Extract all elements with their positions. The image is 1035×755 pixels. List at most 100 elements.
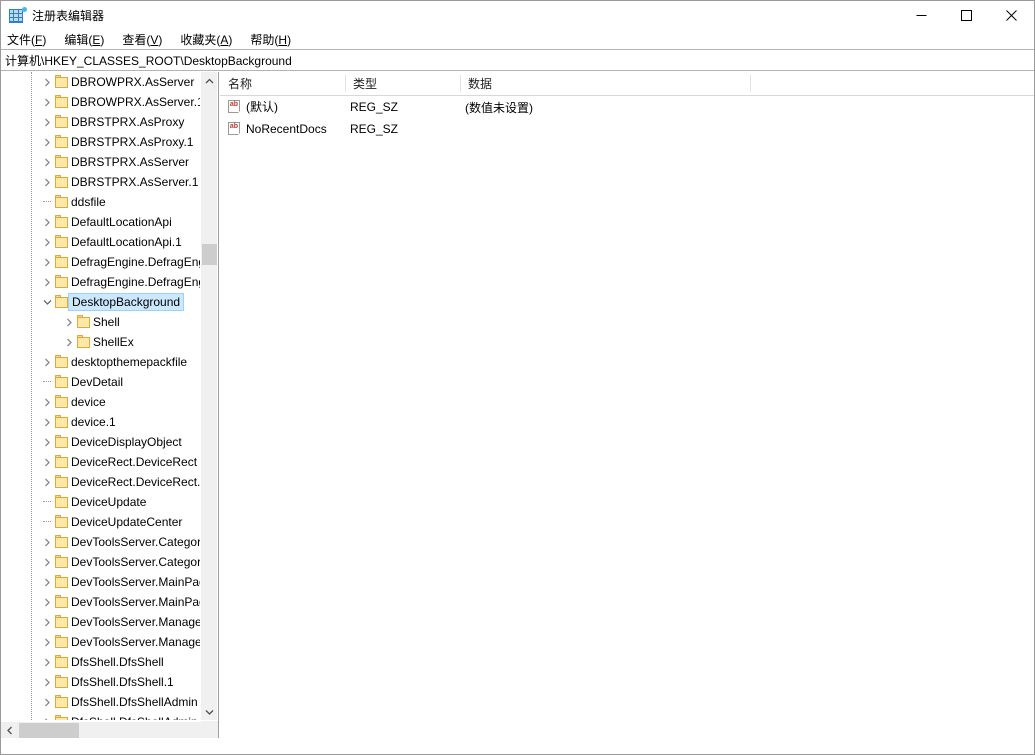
tree-item-label-box[interactable]: DefragEngine.DefragEngine [68, 253, 201, 271]
tree-item-label-box[interactable]: DevToolsServer.MainPage [68, 573, 201, 591]
tree-expand-chevron-right-icon[interactable] [39, 392, 55, 412]
tree-item-label-box[interactable]: DBRSTPRX.AsServer.1 [68, 173, 201, 191]
tree-vertical-scrollbar[interactable] [200, 72, 217, 720]
minimize-button[interactable] [899, 1, 944, 29]
close-button[interactable] [989, 1, 1034, 29]
tree-item-label-box[interactable]: desktopthemepackfile [68, 353, 190, 371]
tree-item[interactable]: DBRSTPRX.AsProxy.1 [1, 132, 201, 152]
tree-expand-chevron-right-icon[interactable] [39, 612, 55, 632]
tree-expand-chevron-right-icon[interactable] [39, 712, 55, 720]
tree-expand-chevron-right-icon[interactable] [61, 312, 77, 332]
tree-expand-chevron-right-icon[interactable] [39, 412, 55, 432]
tree-expand-chevron-right-icon[interactable] [39, 652, 55, 672]
tree-item[interactable]: DfsShell.DfsShellAdmin.1 [1, 712, 201, 720]
tree-item-label-box[interactable]: DfsShell.DfsShellAdmin.1 [68, 713, 201, 720]
chevron-left-icon[interactable] [1, 722, 18, 738]
tree-item[interactable]: DevDetail [1, 372, 201, 392]
tree-item-label-box[interactable]: DeviceRect.DeviceRect.1 [68, 473, 201, 491]
tree-expand-chevron-right-icon[interactable] [39, 572, 55, 592]
tree-item-label-box[interactable]: DevToolsServer.MainPage.1 [68, 593, 201, 611]
menu-view[interactable]: 查看(V) [122, 31, 172, 48]
tree-item-label-box[interactable]: DBRSTPRX.AsServer [68, 153, 192, 171]
tree-item[interactable]: DevToolsServer.Category.1 [1, 552, 201, 572]
tree-item-label-box[interactable]: ShellEx [90, 333, 137, 351]
maximize-button[interactable] [944, 1, 989, 29]
tree-expand-chevron-right-icon[interactable] [39, 272, 55, 292]
tree-item[interactable]: DesktopBackground [1, 292, 201, 312]
tree-hscroll-thumb[interactable] [19, 723, 79, 738]
tree-item[interactable]: ddsfile [1, 192, 201, 212]
tree-expand-chevron-right-icon[interactable] [39, 592, 55, 612]
tree-item-label-box[interactable]: DBRSTPRX.AsProxy [68, 113, 187, 131]
tree-item-label-box[interactable]: DeviceUpdateCenter [68, 513, 185, 531]
tree-item[interactable]: device [1, 392, 201, 412]
tree-item[interactable]: DefaultLocationApi [1, 212, 201, 232]
tree-expand-chevron-right-icon[interactable] [39, 152, 55, 172]
tree-item[interactable]: DefragEngine.DefragEngine [1, 252, 201, 272]
tree-item[interactable]: DBRSTPRX.AsServer [1, 152, 201, 172]
tree-expand-chevron-right-icon[interactable] [39, 112, 55, 132]
column-header-name[interactable]: 名称 [220, 72, 345, 95]
tree-expand-chevron-right-icon[interactable] [39, 212, 55, 232]
menu-help[interactable]: 帮助(H) [250, 31, 301, 48]
address-bar[interactable]: 计算机\HKEY_CLASSES_ROOT\DesktopBackground [1, 49, 1034, 71]
tree-item[interactable]: DBRSTPRX.AsProxy [1, 112, 201, 132]
tree-expand-chevron-right-icon[interactable] [39, 552, 55, 572]
tree-item[interactable]: DevToolsServer.MainPage.1 [1, 592, 201, 612]
menu-edit[interactable]: 编辑(E) [64, 31, 114, 48]
tree-item-label-box[interactable]: DevToolsServer.Category.1 [68, 553, 201, 571]
tree-collapse-chevron-down-icon[interactable] [39, 292, 55, 312]
tree-expand-chevron-right-icon[interactable] [61, 332, 77, 352]
tree-item-label-box[interactable]: DfsShell.DfsShell [68, 653, 167, 671]
tree-expand-chevron-right-icon[interactable] [39, 92, 55, 112]
tree-item-label-box[interactable]: DefragEngine.DefragEngine.1 [68, 273, 201, 291]
tree-item[interactable]: DeviceDisplayObject [1, 432, 201, 452]
tree-item[interactable]: DefaultLocationApi.1 [1, 232, 201, 252]
tree-item-label-box[interactable]: DfsShell.DfsShell.1 [68, 673, 177, 691]
tree-item-label-box[interactable]: Shell [90, 313, 123, 331]
tree-item[interactable]: DeviceRect.DeviceRect.1 [1, 472, 201, 492]
registry-tree[interactable]: DBROWPRX.AsServer DBROWPRX.AsServer.1 DBRS… [1, 72, 201, 720]
tree-item[interactable]: desktopthemepackfile [1, 352, 201, 372]
tree-item-label-box[interactable]: DeviceRect.DeviceRect [68, 453, 200, 471]
tree-expand-chevron-right-icon[interactable] [39, 472, 55, 492]
tree-item[interactable]: DBROWPRX.AsServer.1 [1, 92, 201, 112]
tree-item[interactable]: DfsShell.DfsShell.1 [1, 672, 201, 692]
tree-item-label-box[interactable]: DBROWPRX.AsServer.1 [68, 93, 201, 111]
tree-item[interactable]: ShellEx [1, 332, 201, 352]
tree-horizontal-scrollbar[interactable] [1, 721, 217, 738]
tree-item[interactable]: DBROWPRX.AsServer [1, 72, 201, 92]
tree-item[interactable]: DeviceUpdate [1, 492, 201, 512]
tree-expand-chevron-right-icon[interactable] [39, 232, 55, 252]
column-header-data[interactable]: 数据 [460, 72, 750, 95]
tree-item[interactable]: device.1 [1, 412, 201, 432]
tree-item[interactable]: DfsShell.DfsShellAdmin [1, 692, 201, 712]
tree-item-label-box[interactable]: DeviceDisplayObject [68, 433, 185, 451]
tree-item-label-box[interactable]: DefaultLocationApi [68, 213, 175, 231]
menu-favorites[interactable]: 收藏夹(A) [180, 31, 242, 48]
tree-expand-chevron-right-icon[interactable] [39, 172, 55, 192]
tree-item-label-box[interactable]: DfsShell.DfsShellAdmin [68, 693, 201, 711]
tree-item-label-box[interactable]: device.1 [68, 413, 119, 431]
tree-item[interactable]: DeviceRect.DeviceRect [1, 452, 201, 472]
tree-item-label-box[interactable]: device [68, 393, 109, 411]
tree-expand-chevron-right-icon[interactable] [39, 352, 55, 372]
tree-expand-chevron-right-icon[interactable] [39, 252, 55, 272]
tree-item-label-box[interactable]: DevToolsServer.Manager [68, 613, 201, 631]
tree-expand-chevron-right-icon[interactable] [39, 432, 55, 452]
tree-item[interactable]: Shell [1, 312, 201, 332]
tree-item[interactable]: DefragEngine.DefragEngine.1 [1, 272, 201, 292]
tree-item[interactable]: DeviceUpdateCenter [1, 512, 201, 532]
tree-item[interactable]: DfsShell.DfsShell [1, 652, 201, 672]
tree-vscroll-thumb[interactable] [202, 244, 217, 265]
tree-expand-chevron-right-icon[interactable] [39, 672, 55, 692]
tree-expand-chevron-right-icon[interactable] [39, 132, 55, 152]
value-name-cell[interactable]: ab (默认) [228, 100, 278, 114]
value-name-cell[interactable]: ab NoRecentDocs [228, 122, 327, 136]
tree-item-label-box[interactable]: DevToolsServer.Category [68, 533, 201, 551]
tree-item[interactable]: DevToolsServer.Manager [1, 612, 201, 632]
tree-item-label-box[interactable]: DevDetail [68, 373, 126, 391]
tree-item-label-box[interactable]: DevToolsServer.Manager.1 [68, 633, 201, 651]
value-row[interactable]: ab (默认) REG_SZ (数值未设置) [220, 96, 1034, 118]
chevron-down-icon[interactable] [201, 703, 217, 720]
